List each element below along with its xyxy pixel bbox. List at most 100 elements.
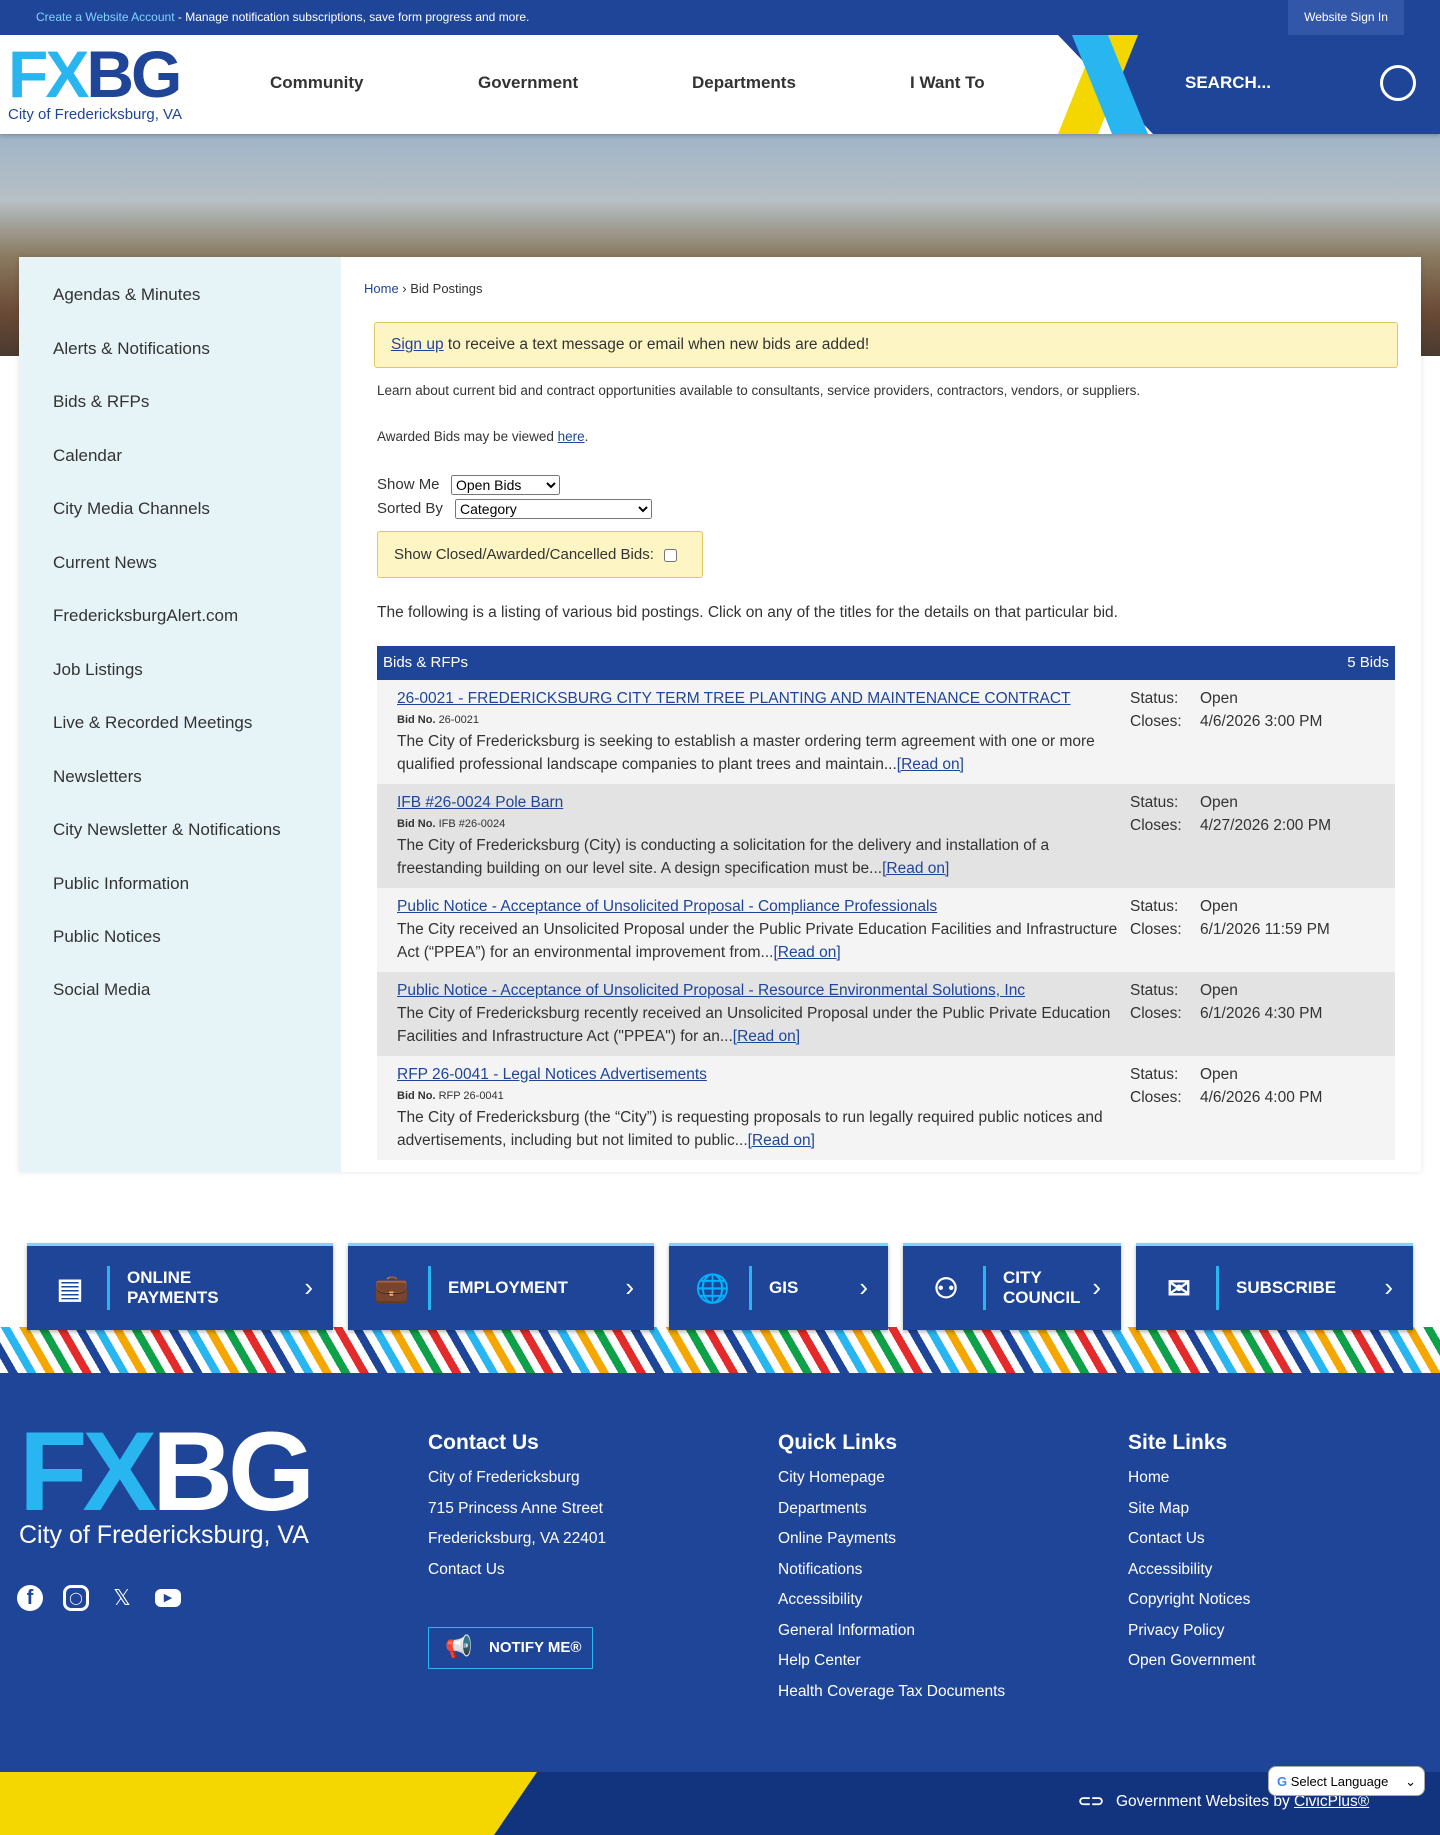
footer-link[interactable]: Departments bbox=[778, 1500, 1005, 1531]
x-twitter-icon[interactable]: 𝕏 bbox=[109, 1585, 135, 1611]
sidebar-item[interactable]: Alerts & Notifications bbox=[53, 339, 210, 359]
footer-logo-bg: BG bbox=[152, 1409, 315, 1534]
footer-link[interactable]: General Information bbox=[778, 1622, 1005, 1653]
footer-link[interactable]: Help Center bbox=[778, 1652, 1005, 1683]
quick-links-heading: Quick Links bbox=[778, 1431, 898, 1454]
people-icon: ⚇ bbox=[933, 1273, 959, 1304]
sidebar-item[interactable]: Current News bbox=[53, 553, 157, 573]
sidebar-item[interactable]: Agendas & Minutes bbox=[53, 285, 200, 305]
divider bbox=[749, 1266, 752, 1310]
footer-link[interactable]: Accessibility bbox=[778, 1591, 1005, 1622]
sidebar-item[interactable]: Public Notices bbox=[53, 927, 161, 947]
sidebar-item[interactable]: Calendar bbox=[53, 446, 122, 466]
footer-link[interactable]: Site Map bbox=[1128, 1500, 1256, 1531]
footer-link[interactable]: Accessibility bbox=[1128, 1561, 1256, 1592]
read-on-link[interactable]: [Read on] bbox=[882, 860, 949, 877]
footer-link[interactable]: City Homepage bbox=[778, 1469, 1005, 1500]
status-label: Status: bbox=[1130, 794, 1179, 811]
google-translate-icon: G bbox=[1277, 1774, 1288, 1789]
quick-link-employment[interactable]: 💼 EMPLOYMENT › bbox=[348, 1243, 654, 1330]
footer-link[interactable]: Online Payments bbox=[778, 1530, 1005, 1561]
footer-logo[interactable]: FXBG bbox=[19, 1416, 315, 1528]
quick-link-subscribe[interactable]: ✉ SUBSCRIBE › bbox=[1136, 1243, 1413, 1330]
nav-i-want-to[interactable]: I Want To bbox=[910, 73, 985, 93]
instagram-icon[interactable]: ◯ bbox=[63, 1585, 89, 1611]
chevron-right-icon: › bbox=[859, 1272, 868, 1302]
awarded-link[interactable]: here bbox=[558, 429, 585, 444]
footer-link[interactable]: Home bbox=[1128, 1469, 1256, 1500]
bid-no-value: 26-0021 bbox=[438, 714, 479, 726]
footer-link[interactable]: Contact Us bbox=[1128, 1530, 1256, 1561]
closes-label: Closes: bbox=[1130, 921, 1182, 938]
footer-link[interactable]: Privacy Policy bbox=[1128, 1622, 1256, 1653]
megaphone-icon: 📢 bbox=[445, 1634, 473, 1659]
sidebar-item[interactable]: Public Information bbox=[53, 874, 189, 894]
notify-me-button[interactable]: 📢 NOTIFY ME® bbox=[428, 1627, 593, 1669]
read-on-link[interactable]: [Read on] bbox=[733, 1028, 800, 1045]
footer-link[interactable]: Notifications bbox=[778, 1561, 1005, 1592]
bid-title-link[interactable]: RFP 26-0041 - Legal Notices Advertisemen… bbox=[397, 1066, 707, 1083]
table-header: Bids & RFPs 5 Bids bbox=[377, 646, 1395, 680]
bid-title-link[interactable]: 26-0021 - FREDERICKSBURG CITY TERM TREE … bbox=[397, 690, 1071, 707]
sidebar-item[interactable]: City Media Channels bbox=[53, 499, 210, 519]
nav-community[interactable]: Community bbox=[270, 73, 364, 93]
sidebar-item[interactable]: Social Media bbox=[53, 980, 150, 1000]
quick-link-city[interactable]: ⚇ CITY COUNCIL › bbox=[903, 1243, 1121, 1330]
show-closed-label: Show Closed/Awarded/Cancelled Bids: bbox=[394, 546, 654, 563]
bid-description: The City of Fredericksburg (the “City”) … bbox=[397, 1106, 1127, 1152]
sidebar-item[interactable]: City Newsletter & Notifications bbox=[53, 820, 281, 840]
show-closed-checkbox[interactable] bbox=[664, 548, 678, 562]
bid-status: Status: Open Closes: 4/27/2026 2:00 PM bbox=[1130, 791, 1331, 837]
facebook-icon[interactable]: f bbox=[17, 1585, 43, 1611]
website-sign-in-button[interactable]: Website Sign In bbox=[1288, 0, 1404, 35]
footer-link[interactable]: Health Coverage Tax Documents bbox=[778, 1683, 1005, 1714]
status-value: Open bbox=[1200, 982, 1238, 999]
awarded-text: Awarded Bids may be viewed here. bbox=[377, 429, 588, 444]
label-line: SUBSCRIBE bbox=[1236, 1278, 1337, 1297]
show-closed-box: Show Closed/Awarded/Cancelled Bids: bbox=[377, 531, 703, 578]
table-row: IFB #26-0024 Pole Barn Bid No. IFB #26-00… bbox=[377, 784, 1395, 888]
quick-link-online[interactable]: ▤ ONLINE PAYMENTS › bbox=[27, 1243, 333, 1330]
divider bbox=[1216, 1266, 1219, 1310]
breadcrumb-home[interactable]: Home bbox=[364, 281, 399, 296]
nav-departments[interactable]: Departments bbox=[692, 73, 796, 93]
contact-heading: Contact Us bbox=[428, 1431, 539, 1454]
logo-bg: BG bbox=[86, 37, 182, 111]
quick-link-label: EMPLOYMENT bbox=[448, 1246, 568, 1330]
youtube-icon[interactable]: ▶ bbox=[155, 1589, 181, 1607]
language-select[interactable]: G Select Language ⌄ bbox=[1268, 1766, 1425, 1796]
sidebar-item[interactable]: Job Listings bbox=[53, 660, 143, 680]
bid-no-value: RFP 26-0041 bbox=[438, 1090, 504, 1102]
logo[interactable]: FXBG bbox=[8, 37, 182, 111]
footer: FXBG City of Fredericksburg, VA f ◯ 𝕏 ▶ … bbox=[0, 1373, 1440, 1773]
sorted-by-select[interactable]: Category bbox=[455, 499, 652, 519]
footer-link[interactable]: Copyright Notices bbox=[1128, 1591, 1256, 1622]
contact-line[interactable]: Contact Us bbox=[428, 1561, 606, 1592]
show-me-select[interactable]: Open Bids bbox=[451, 475, 560, 495]
awarded-end: . bbox=[584, 429, 589, 444]
search-input[interactable]: SEARCH... bbox=[1185, 73, 1271, 93]
sign-up-link[interactable]: Sign up bbox=[391, 336, 444, 353]
nav-government[interactable]: Government bbox=[478, 73, 578, 93]
footer-logo-subtitle: City of Fredericksburg, VA bbox=[19, 1521, 309, 1549]
search-icon[interactable] bbox=[1380, 65, 1416, 101]
read-on-link[interactable]: [Read on] bbox=[897, 756, 964, 773]
bid-title-link[interactable]: Public Notice - Acceptance of Unsolicite… bbox=[397, 982, 1025, 999]
footer-link[interactable]: Open Government bbox=[1128, 1652, 1256, 1683]
sidebar-item[interactable]: Bids & RFPs bbox=[53, 392, 149, 412]
divider bbox=[983, 1266, 986, 1310]
read-on-link[interactable]: [Read on] bbox=[773, 944, 840, 961]
create-account-link[interactable]: Create a Website Account bbox=[36, 10, 175, 24]
create-account-text: - Manage notification subscriptions, sav… bbox=[174, 10, 530, 24]
read-on-link[interactable]: [Read on] bbox=[748, 1132, 815, 1149]
quick-link-gis[interactable]: 🌐 GIS › bbox=[669, 1243, 888, 1330]
sidebar-item[interactable]: Newsletters bbox=[53, 767, 142, 787]
bid-description: The City of Fredericksburg (City) is con… bbox=[397, 834, 1127, 880]
footer-logo-fx: FX bbox=[19, 1409, 157, 1534]
sidebar-item[interactable]: FredericksburgAlert.com bbox=[53, 606, 238, 626]
chevron-right-icon: › bbox=[625, 1272, 634, 1302]
closes-value: 6/1/2026 4:30 PM bbox=[1200, 1005, 1323, 1022]
bid-title-link[interactable]: Public Notice - Acceptance of Unsolicite… bbox=[397, 898, 937, 915]
bid-title-link[interactable]: IFB #26-0024 Pole Barn bbox=[397, 794, 563, 811]
sidebar-item[interactable]: Live & Recorded Meetings bbox=[53, 713, 252, 733]
